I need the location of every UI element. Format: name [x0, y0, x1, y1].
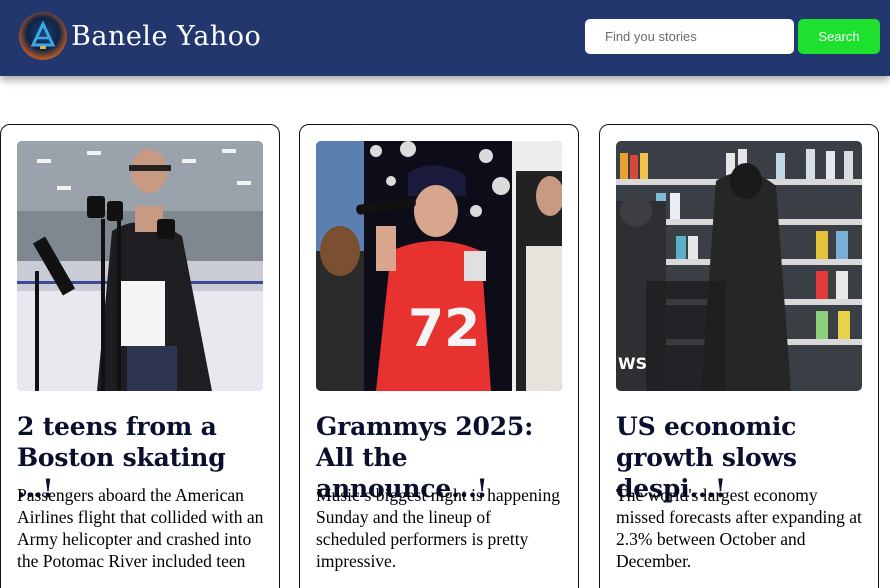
brand-title[interactable]: Banele Yahoo	[71, 19, 261, 55]
news-card-image[interactable]: WS	[616, 141, 862, 391]
news-card[interactable]: 2 teens from a Boston skating ...! Passe…	[0, 124, 280, 588]
ai-logo-icon[interactable]	[19, 12, 67, 60]
navbar: Banele Yahoo Search	[0, 0, 890, 76]
news-card-description: The world's largest economy missed forec…	[616, 485, 862, 571]
search-input[interactable]	[585, 19, 794, 54]
svg-text:72: 72	[408, 299, 480, 359]
news-card-description: Passengers aboard the American Airlines …	[17, 485, 264, 571]
news-card-image-overlay: WS	[618, 354, 647, 373]
news-card-image[interactable]	[17, 141, 263, 391]
news-card-description: Music’s biggest night is happening Sunda…	[316, 485, 561, 571]
search-button[interactable]: Search	[798, 19, 880, 54]
news-card-image[interactable]: 72	[316, 141, 562, 391]
news-card[interactable]: WS US economic growth slows despi...! Th…	[599, 124, 879, 588]
news-card[interactable]: 72 Grammys 2025: All the announce...! Mu…	[299, 124, 579, 588]
